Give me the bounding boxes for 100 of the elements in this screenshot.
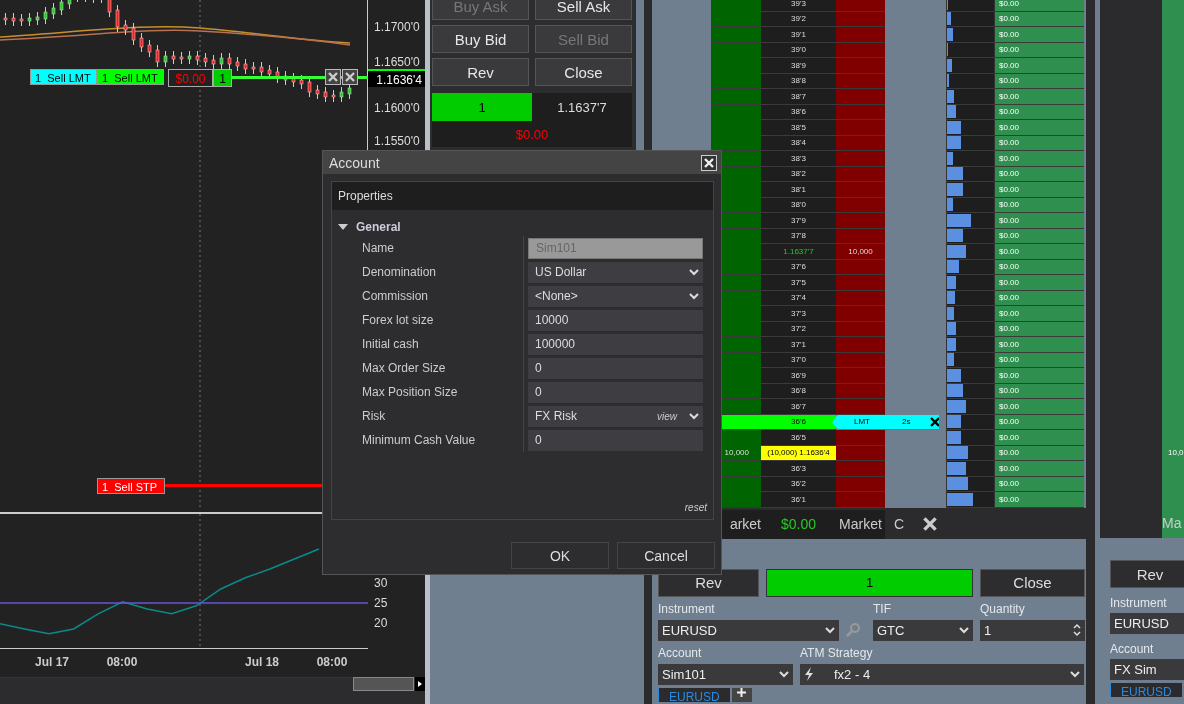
property-field[interactable]: 0 <box>528 357 703 379</box>
spinner-icon[interactable] <box>1073 623 1081 637</box>
dialog-button[interactable]: OK <box>511 542 609 569</box>
instrument-select[interactable]: EURUSD <box>658 619 839 641</box>
last-price-tag: 1.1636'4 <box>368 69 425 87</box>
pnl-cell: $0.00 <box>994 0 1084 12</box>
property-label: Minimum Cash Value <box>332 428 524 452</box>
buy-cell[interactable] <box>711 58 761 74</box>
sell-cell[interactable] <box>836 58 885 74</box>
search-icon[interactable] <box>846 623 860 637</box>
close-button[interactable] <box>701 154 717 171</box>
sell-cell[interactable] <box>836 492 885 508</box>
price-cell: 36'1 <box>761 492 836 508</box>
group-toggle[interactable]: General <box>332 210 713 236</box>
order-button[interactable]: Sell Ask <box>535 0 632 20</box>
cancel-order-button[interactable] <box>325 69 341 85</box>
pnl-cell: $0.00 <box>994 461 1084 477</box>
tif-select[interactable]: GTC <box>873 619 973 641</box>
sell-cell[interactable] <box>836 120 885 136</box>
sell-cell[interactable]: 10,000 <box>836 244 885 260</box>
property-select[interactable]: FX Risk view <box>528 405 703 427</box>
order-button[interactable]: Buy Bid <box>432 25 529 53</box>
property-select[interactable]: US Dollar <box>528 261 703 283</box>
plus-icon <box>737 687 747 697</box>
atm-strategy-select[interactable]: fx2 - 4 <box>800 663 1084 685</box>
close-icon <box>922 517 937 531</box>
close-position-button[interactable] <box>342 69 358 85</box>
order-tag[interactable]: 1 Sell LMT <box>30 69 97 85</box>
instrument-tab[interactable]: EURUSD <box>658 687 730 702</box>
chevron-icon <box>1070 670 1080 678</box>
sell-cell[interactable] <box>836 306 885 322</box>
property-label: Denomination <box>332 260 524 284</box>
price-cell: 36'5 <box>761 430 836 446</box>
property-field[interactable]: 10000 <box>528 309 703 331</box>
sell-market-button[interactable]: Market <box>836 509 885 539</box>
reverse-button[interactable]: Rev <box>1110 560 1184 588</box>
indicator-label: 20 <box>374 616 388 631</box>
price-cell: 38'7 <box>761 89 836 105</box>
instrument-select[interactable]: EURUSD <box>1110 613 1184 634</box>
order-tag[interactable]: 1 Sell LMT <box>97 69 164 85</box>
dialog-button[interactable]: Cancel <box>617 542 715 569</box>
sell-cell[interactable] <box>836 275 885 291</box>
pnl-cell: $0.00 <box>994 244 1084 260</box>
property-field[interactable]: 100000 <box>528 333 703 355</box>
field-label: Account <box>658 645 703 660</box>
price-cell: 39'3 <box>761 0 836 12</box>
property-field[interactable]: 0 <box>528 381 703 403</box>
quantity-field[interactable]: 1 <box>980 619 1085 641</box>
field-label: TIF <box>873 601 892 616</box>
property-field[interactable]: 0 <box>528 429 703 451</box>
buy-cell[interactable] <box>711 0 761 12</box>
close-button[interactable]: Close <box>980 568 1085 597</box>
position-pnl: $0.00 <box>432 121 632 147</box>
property-label: Max Position Size <box>332 380 524 404</box>
order-marker[interactable]: LMT 2s <box>832 414 939 430</box>
account-select[interactable]: FX Sim <box>1110 659 1184 680</box>
section-header: Properties <box>332 182 713 210</box>
sell-cell[interactable] <box>836 182 885 198</box>
property-label: Name <box>332 236 524 260</box>
sell-cell[interactable] <box>836 213 885 229</box>
sell-cell[interactable] <box>836 430 885 446</box>
view-link[interactable]: view <box>657 410 677 422</box>
close-icon <box>328 72 338 82</box>
price-cell: 36'9 <box>761 368 836 384</box>
sell-cell[interactable] <box>836 0 885 12</box>
sell-cell[interactable] <box>836 461 885 477</box>
property-value: FX Risk <box>535 409 577 423</box>
sell-cell[interactable] <box>836 151 885 167</box>
add-tab-button[interactable] <box>731 687 752 702</box>
price-cell: 39'1 <box>761 27 836 43</box>
position-quantity: 1 <box>766 568 973 597</box>
price-label: 1.1650'0 <box>374 55 420 69</box>
order-button[interactable]: Close <box>535 58 632 86</box>
sell-cell[interactable] <box>836 337 885 353</box>
sell-cell[interactable] <box>836 368 885 384</box>
field-label: Account <box>1110 642 1155 656</box>
sell-cell[interactable] <box>836 89 885 105</box>
sell-cell[interactable] <box>836 399 885 415</box>
pnl-cell: $0.00 <box>994 27 1084 43</box>
account-select[interactable]: Sim101 <box>658 663 793 685</box>
property-select[interactable]: <None> <box>528 285 703 307</box>
buy-cell[interactable] <box>711 27 761 43</box>
chevron-icon <box>825 626 835 634</box>
price-label: 1.1700'0 <box>374 20 420 34</box>
reset-link[interactable]: reset <box>684 502 707 513</box>
buy-cell[interactable] <box>711 89 761 105</box>
pnl-cell: $0.00 <box>994 275 1084 291</box>
sell-cell[interactable] <box>836 27 885 43</box>
lightning-icon <box>804 667 814 681</box>
price-cell: 37'3 <box>761 306 836 322</box>
buy-cell[interactable] <box>711 120 761 136</box>
indicator-label: 30 <box>374 576 388 591</box>
order-button[interactable]: Rev <box>432 58 529 86</box>
chevron-icon <box>689 412 699 420</box>
instrument-tab[interactable]: EURUSD <box>1110 683 1182 697</box>
pnl-cell: $0.00 <box>994 399 1084 415</box>
stop-order-tag[interactable]: 1 Sell STP <box>97 478 165 494</box>
scrollbar-thumb[interactable] <box>353 677 425 692</box>
cancel-all-button[interactable]: C <box>885 509 913 539</box>
field-label: ATM Strategy <box>800 645 874 660</box>
